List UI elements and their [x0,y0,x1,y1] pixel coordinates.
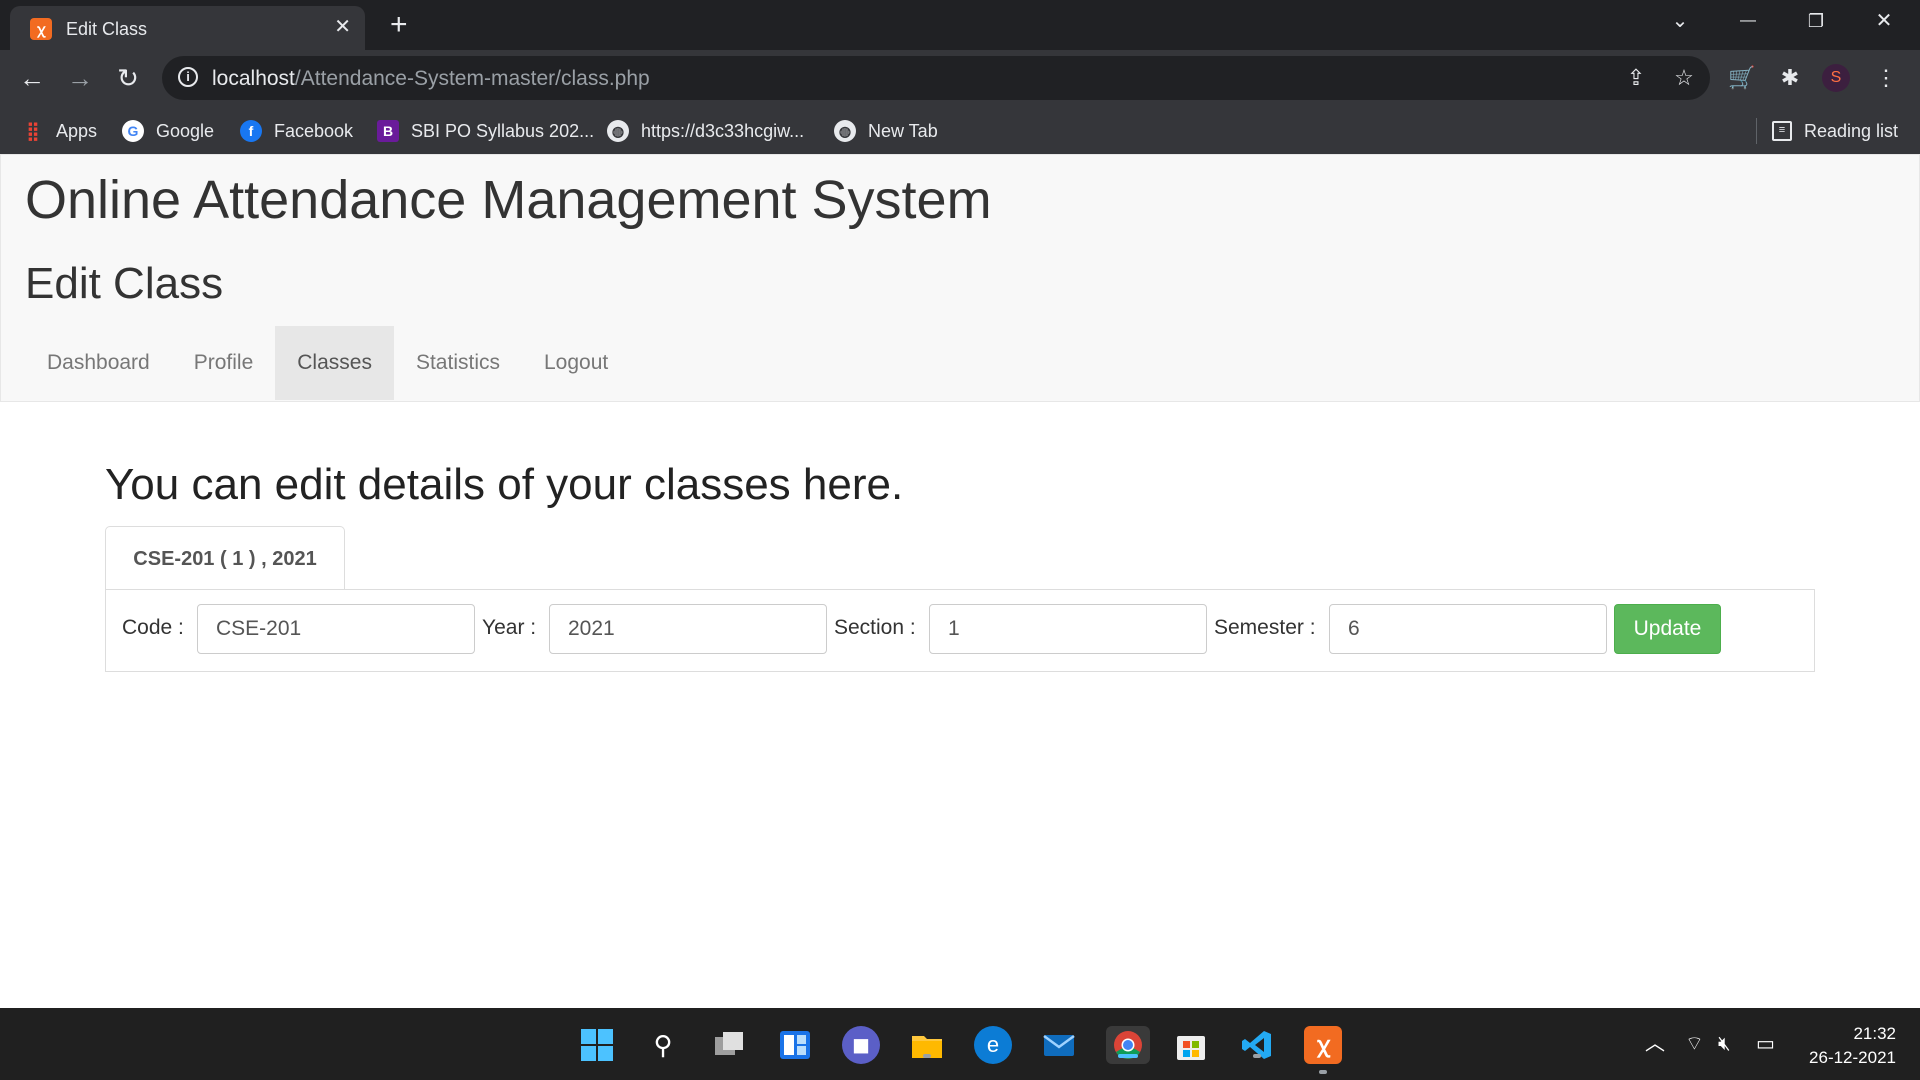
minimize-button[interactable]: — [1728,6,1768,36]
clock-date: 26-12-2021 [1809,1048,1896,1067]
facebook-icon: f [240,120,262,142]
running-indicator [1319,1070,1327,1074]
chrome-browser-icon[interactable] [1106,1026,1150,1064]
file-explorer-icon[interactable] [908,1026,946,1064]
browser-toolbar: ← → ↻ i localhost/Attendance-System-mast… [0,50,1920,106]
bookmark-apps[interactable]: ⣿ Apps [22,119,97,143]
browser-chrome: ꭓ Edit Class ✕ + ⌄ — ❐ ✕ ← → ↻ i localho… [0,0,1920,154]
bookmark-d3c33[interactable]: ◍ https://d3c33hcgiw... [607,119,804,143]
new-tab-button[interactable]: + [390,8,408,42]
bookmark-sbi-po[interactable]: B SBI PO Syllabus 202... [377,119,594,143]
class-tab[interactable]: CSE-201 ( 1 ) , 2021 [105,526,345,591]
nav-profile[interactable]: Profile [172,326,276,400]
nav-statistics[interactable]: Statistics [394,326,522,400]
apps-grid-icon: ⣿ [26,121,40,141]
globe-icon: ◍ [607,120,629,142]
profile-avatar-icon[interactable]: S [1822,64,1850,92]
globe-icon: ◍ [834,120,856,142]
tab-search-chevron-icon[interactable]: ⌄ [1660,6,1700,36]
nav-classes[interactable]: Classes [275,326,394,400]
microsoft-store-icon[interactable] [1172,1026,1210,1064]
running-indicator [1253,1054,1261,1058]
battery-icon[interactable]: ▭ [1756,1032,1775,1056]
extensions-puzzle-icon[interactable]: ✱ [1774,62,1806,94]
bookmark-label: Google [156,120,215,141]
url-text: localhost/Attendance-System-master/class… [212,67,650,90]
bookmark-label: Facebook [274,120,354,141]
tray-overflow-chevron-icon[interactable]: ︿ [1645,1032,1665,1056]
nav-dashboard[interactable]: Dashboard [25,326,172,400]
browser-tab[interactable]: ꭓ Edit Class ✕ [10,6,365,50]
cart-extension-icon[interactable]: 🛒 [1726,62,1758,94]
edit-class-form: Code : Year : Section : Semester : Updat… [105,589,1815,672]
volume-muted-icon[interactable]: 🔇︎ [1718,1032,1731,1056]
lead-text: You can edit details of your classes her… [105,460,904,509]
semester-label: Semester : [1214,616,1316,639]
edge-browser-icon[interactable]: e [974,1026,1012,1064]
xampp-favicon-icon: ꭓ [30,18,52,40]
running-indicator [923,1054,931,1058]
restore-button[interactable]: ❐ [1796,6,1836,36]
xampp-icon[interactable]: ꭓ [1304,1026,1342,1074]
task-view-icon[interactable] [710,1026,748,1064]
bookmark-label: SBI PO Syllabus 202... [411,120,595,141]
tab-title: Edit Class [66,19,148,39]
page-heading: Edit Class [25,259,224,308]
semester-input[interactable] [1329,604,1607,654]
menu-kebab-icon[interactable]: ⋮ [1870,62,1902,94]
tab-strip: ꭓ Edit Class ✕ + ⌄ — ❐ ✕ [0,0,1920,50]
section-input[interactable] [929,604,1207,654]
reading-list-label: Reading list [1804,120,1899,141]
code-label: Code : [122,616,184,639]
bookmark-new-tab[interactable]: ◍ New Tab [834,119,938,143]
bookmark-b-icon: B [377,120,399,142]
year-input[interactable] [549,604,827,654]
wifi-icon[interactable]: ⌔ [1685,1032,1704,1056]
bookmarks-bar: ⣿ Apps G Google f Facebook B SBI PO Syll… [0,106,1920,154]
back-arrow-icon[interactable]: ← [16,62,48,94]
bookmark-label: New Tab [868,120,938,141]
google-icon: G [122,120,144,142]
address-bar[interactable]: i localhost/Attendance-System-master/cla… [162,56,1710,100]
search-icon[interactable]: ⚲ [644,1026,682,1064]
nav-logout[interactable]: Logout [522,326,630,400]
section-label: Section : [834,616,916,639]
teams-chat-icon[interactable]: ◼ [842,1026,880,1064]
site-info-icon[interactable]: i [178,67,198,87]
window-close-button[interactable]: ✕ [1864,6,1904,36]
active-indicator [1118,1054,1138,1058]
share-icon[interactable]: ⇪ [1622,66,1650,90]
code-input[interactable] [197,604,475,654]
reading-list-button[interactable]: ≡ Reading list [1772,119,1898,143]
header-panel: Online Attendance Management System Edit… [0,154,1920,402]
windows-taskbar: ⚲ ◼ e ꭓ ︿ ⌔ 🔇︎ ▭ 21:32 26-12-2021 [0,1008,1920,1080]
clock-time: 21:32 [1853,1024,1896,1043]
bookmarks-divider [1756,118,1757,144]
tab-close-icon[interactable]: ✕ [334,16,351,38]
reading-list-icon: ≡ [1772,121,1792,141]
main-nav: Dashboard Profile Classes Statistics Log… [25,326,630,400]
start-windows-icon[interactable] [578,1026,616,1064]
forward-arrow-icon[interactable]: → [64,62,96,94]
update-button[interactable]: Update [1614,604,1721,654]
mail-icon[interactable] [1040,1026,1078,1064]
bookmark-facebook[interactable]: f Facebook [240,119,353,143]
web-page: Online Attendance Management System Edit… [0,154,1920,1008]
bookmark-label: Apps [56,120,98,141]
widgets-icon[interactable] [776,1026,814,1064]
vscode-icon[interactable] [1238,1026,1276,1064]
bookmark-star-icon[interactable]: ☆ [1670,66,1698,90]
site-title: Online Attendance Management System [25,170,992,230]
system-clock[interactable]: 21:32 26-12-2021 [1809,1022,1896,1070]
bookmark-google[interactable]: G Google [122,119,214,143]
bookmark-label: https://d3c33hcgiw... [641,120,805,141]
year-label: Year : [482,616,537,639]
reload-icon[interactable]: ↻ [112,62,144,94]
